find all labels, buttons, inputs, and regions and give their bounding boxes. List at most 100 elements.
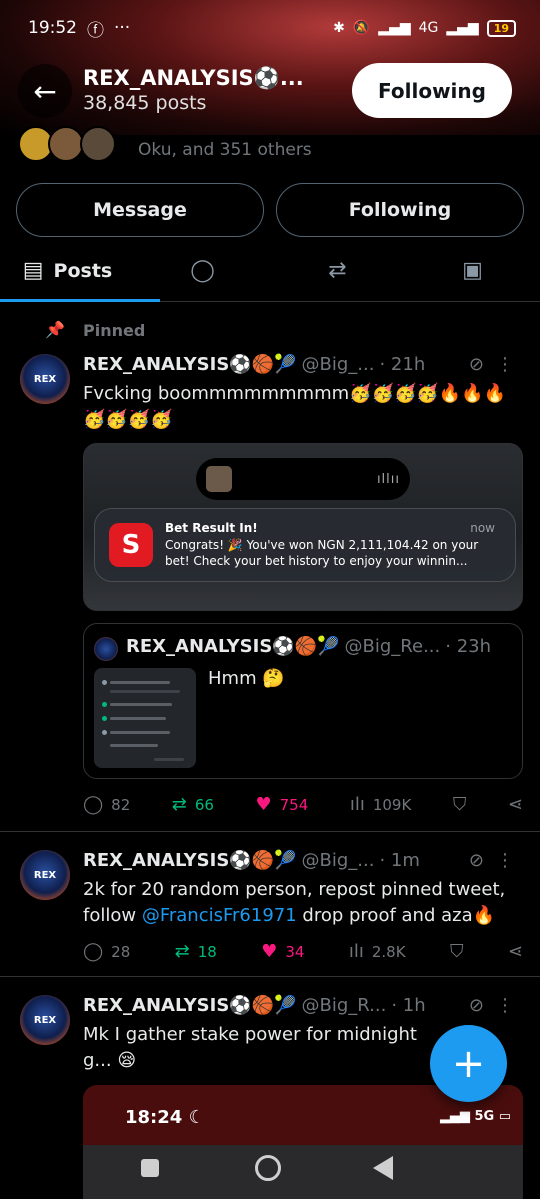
quote-image (94, 668, 196, 768)
bookmark-icon: ⛉ (452, 794, 467, 815)
moon-icon: ☾ (188, 1107, 205, 1128)
tweet[interactable]: REX REX_ANALYSIS⚽🏀🎾 @Big_... · 1m ⊘ ⋮ 2k… (0, 845, 540, 975)
quote-author-name: REX_ANALYSIS⚽🏀🎾 (126, 636, 340, 657)
tweet-author-handle[interactable]: @Big_R... (302, 995, 387, 1016)
repost-button[interactable]: ⇄ 66 (172, 794, 214, 815)
quote-time: · 23h (445, 636, 492, 657)
audio-wave-icon: ıllıı (376, 471, 400, 487)
tweet-text: Fvcking boommmmmmmmm🥳🥳🥳🥳🔥🔥🔥🥳🥳🥳🥳 (83, 383, 507, 430)
following-button[interactable]: Following (276, 183, 524, 237)
tweet-time: · 1m (379, 850, 420, 871)
repost-button[interactable]: ⇄ 18 (175, 941, 217, 962)
replies-icon: ◯ (190, 258, 215, 283)
post-count: 38,845 posts (83, 92, 207, 114)
tweet-time: · 1h (391, 995, 426, 1016)
repost-count: 18 (197, 942, 217, 961)
heart-icon: ♥ (261, 941, 278, 962)
views-button[interactable]: ılı 2.8K (349, 941, 406, 962)
tab-replies[interactable]: ◯ (135, 240, 270, 301)
quote-text: Hmm 🤔 (208, 668, 285, 689)
tweet-author-name[interactable]: REX_ANALYSIS⚽🏀🎾 (83, 354, 297, 375)
pin-icon: 📌 (45, 320, 65, 339)
tweet-text: 2k for 20 random person, repost pinned t… (83, 877, 523, 929)
tab-posts[interactable]: ▤ Posts (0, 240, 160, 302)
grok-icon[interactable]: ⊘ (469, 995, 484, 1016)
mute-icon: 🔕 (352, 20, 371, 36)
divider (0, 831, 540, 832)
avatar[interactable]: REX (20, 354, 70, 404)
profile-tabs: ▤ Posts ◯ ⇄ ▣ (0, 240, 540, 302)
view-count: 109K (372, 795, 412, 814)
more-notifications-icon: ··· (114, 18, 131, 38)
quoted-tweet[interactable]: REX_ANALYSIS⚽🏀🎾 @Big_Re... · 23h Hmm 🤔 (83, 623, 523, 779)
share-button[interactable]: ⋖ (508, 794, 523, 815)
tweet-author-name[interactable]: REX_ANALYSIS⚽🏀🎾 (83, 850, 297, 871)
notification-title: Bet Result In! (165, 521, 258, 535)
phone-time: 18:24 ☾ (125, 1107, 205, 1128)
bookmark-button[interactable]: ⛉ (450, 941, 464, 962)
reply-icon: ◯ (83, 941, 104, 962)
tweet-image[interactable]: ıllıı S Bet Result In! now Congrats! 🎉 Y… (83, 443, 523, 611)
share-icon: ⋖ (507, 794, 523, 815)
more-options-icon[interactable]: ⋮ (496, 354, 514, 375)
tab-reposts[interactable]: ⇄ (270, 240, 405, 301)
header-following-button[interactable]: Following (352, 63, 512, 118)
bet-notification: S Bet Result In! now Congrats! 🎉 You've … (94, 508, 516, 582)
notification-body: Congrats! 🎉 You've won NGN 2,111,104.42 … (165, 538, 479, 568)
compose-button[interactable]: + (430, 1025, 507, 1102)
reply-icon: ◯ (83, 794, 104, 815)
tweet-author-handle[interactable]: @Big_... (302, 850, 375, 871)
posts-icon: ▤ (22, 258, 44, 283)
phone-network: 5G (474, 1109, 495, 1124)
tab-media[interactable]: ▣ (405, 240, 540, 301)
grok-icon[interactable]: ⊘ (469, 354, 484, 375)
retweet-icon: ⇄ (171, 794, 187, 815)
dynamic-island: ıllıı (196, 458, 410, 500)
like-button[interactable]: ♥ 754 (256, 794, 309, 815)
tweet-time: · 21h (379, 354, 426, 375)
avatar[interactable]: REX (20, 850, 70, 900)
followed-by-text[interactable]: Oku, and 351 others (138, 140, 312, 160)
back-arrow-icon[interactable]: ← (18, 64, 72, 118)
reply-button[interactable]: ◯ 28 (83, 941, 130, 962)
home-icon (255, 1155, 281, 1181)
reply-count: 82 (111, 795, 131, 814)
grok-icon[interactable]: ⊘ (469, 850, 484, 871)
view-count: 2.8K (371, 942, 406, 961)
followed-by-avatars[interactable] (18, 126, 126, 162)
sportybet-icon: S (109, 523, 153, 567)
retweet-icon: ⇄ (174, 941, 190, 962)
reply-count: 28 (111, 942, 131, 961)
share-button[interactable]: ⋖ (508, 941, 523, 962)
network-type: 4G (418, 20, 439, 36)
avatar (48, 126, 84, 162)
bookmark-button[interactable]: ⛉ (453, 794, 467, 815)
avatar (94, 637, 118, 661)
tweet-author-name[interactable]: REX_ANALYSIS⚽🏀🎾 (83, 995, 297, 1016)
like-button[interactable]: ♥ 34 (261, 941, 304, 962)
more-options-icon[interactable]: ⋮ (496, 995, 514, 1016)
more-options-icon[interactable]: ⋮ (496, 850, 514, 871)
heart-icon: ♥ (255, 794, 272, 815)
mention-link[interactable]: @FrancisFr61971 (142, 905, 297, 926)
tweet-text-part: drop proof and aza🔥 (296, 905, 496, 926)
like-count: 754 (279, 795, 309, 814)
avatar[interactable]: REX (20, 995, 70, 1045)
divider (0, 976, 540, 977)
tweet-author-handle[interactable]: @Big_... (302, 354, 375, 375)
notification-time: now (470, 521, 495, 535)
views-icon: ılı (349, 794, 365, 815)
avatar (80, 126, 116, 162)
phone-time-value: 18:24 (125, 1107, 183, 1128)
tweet-image[interactable]: 18:24 ☾ ▂▄▆ 5G ▭ (83, 1085, 523, 1199)
share-icon: ⋖ (507, 941, 523, 962)
message-button[interactable]: Message (16, 183, 264, 237)
reply-button[interactable]: ◯ 82 (83, 794, 130, 815)
views-icon: ılı (348, 941, 364, 962)
status-time: 19:52 (28, 18, 77, 38)
views-button[interactable]: ılı 109K (350, 794, 411, 815)
like-count: 34 (285, 942, 305, 961)
back-icon (373, 1156, 393, 1180)
phone-nav-bar (83, 1145, 523, 1199)
facebook-icon: ⓕ (87, 20, 104, 41)
